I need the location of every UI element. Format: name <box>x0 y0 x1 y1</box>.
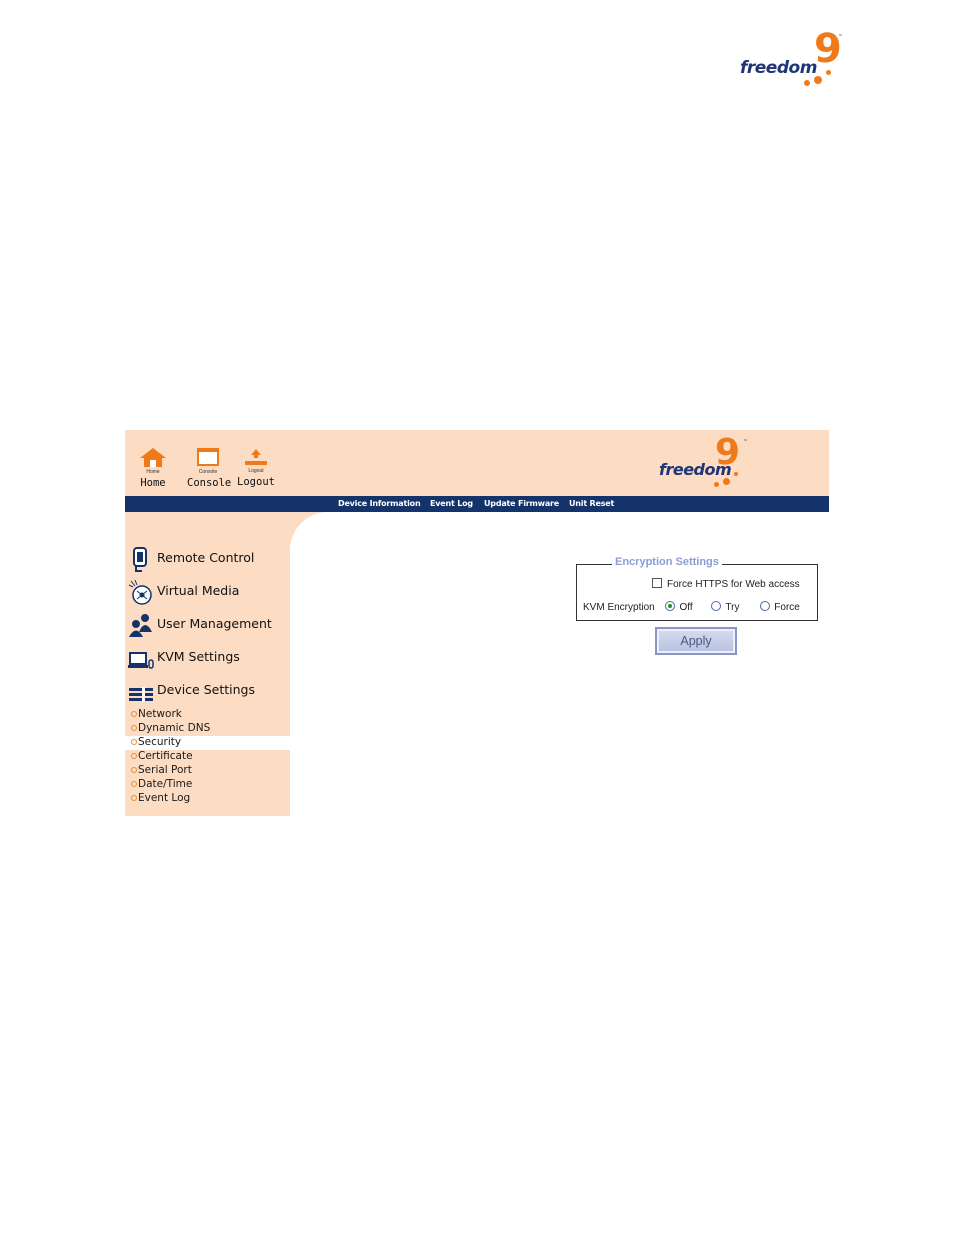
subitem-label: Event Log <box>138 792 191 804</box>
kvm-option-force[interactable]: Force <box>760 601 800 613</box>
force-https-label: Force HTTPS for Web access <box>667 579 800 590</box>
sidebar-label: User Management <box>157 616 272 631</box>
app-logo-dot <box>723 478 730 485</box>
app-header: Home Home Console Console Logout Logout … <box>125 430 829 496</box>
option-label: Force <box>774 602 800 613</box>
subitem-label: Certificate <box>138 750 193 762</box>
radio-force[interactable] <box>760 601 771 611</box>
sidebar-subitem-certificate[interactable]: Certificate <box>131 750 290 764</box>
sidebar-label: Remote Control <box>157 550 255 565</box>
kvm-settings-icon <box>128 652 154 669</box>
apply-button[interactable]: Apply <box>655 627 737 655</box>
nav-event-log[interactable]: Event Log <box>430 499 473 508</box>
sidebar-label: Virtual Media <box>157 583 240 598</box>
nav-update-firmware[interactable]: Update Firmware <box>484 499 559 508</box>
virtual-media-icon <box>128 579 152 605</box>
nav-device-information[interactable]: Device Information <box>338 499 421 508</box>
bullet-icon <box>131 725 137 731</box>
main-content: Encryption Settings Force HTTPS for Web … <box>290 512 829 816</box>
sidebar: Remote Control Virtual Media User Manage… <box>125 512 290 816</box>
sidebar-item-virtual-media[interactable]: Virtual Media <box>128 579 288 609</box>
bullet-icon <box>131 753 137 759</box>
console-tiny-label: Console <box>198 469 218 475</box>
app-logo-dot <box>734 472 738 476</box>
force-https-row: Force HTTPS for Web access <box>652 578 800 590</box>
bullet-icon <box>131 711 137 717</box>
logo-word: freedom <box>740 58 817 78</box>
sidebar-item-remote-control[interactable]: Remote Control <box>128 546 288 576</box>
home-button[interactable]: Home Home <box>137 446 169 489</box>
app-logo-tm: ™ <box>743 439 748 445</box>
subitem-label: Network <box>138 708 182 720</box>
console-icon <box>197 448 219 466</box>
console-button[interactable]: Console Console <box>187 446 232 489</box>
bullet-icon <box>131 795 137 801</box>
logo-nine: 9 <box>814 26 842 72</box>
console-label: Console <box>187 477 232 489</box>
bullet-icon <box>131 767 137 773</box>
home-tiny-label: Home <box>146 469 160 475</box>
logout-icon <box>245 449 267 465</box>
top-navbar: Device Information Event Log Update Firm… <box>125 496 829 512</box>
sidebar-item-kvm-settings[interactable]: KVM Settings <box>128 645 288 675</box>
app-logo: freedom 9 ™ <box>657 432 757 492</box>
option-label: Try <box>725 602 740 613</box>
device-settings-icon <box>129 687 153 702</box>
option-label: Off <box>679 602 693 613</box>
sidebar-subitem-date-time[interactable]: Date/Time <box>131 778 290 792</box>
sidebar-subitem-dynamic-dns[interactable]: Dynamic DNS <box>131 722 290 736</box>
subitem-label: Serial Port <box>138 764 192 776</box>
logo-dot <box>814 76 822 84</box>
sidebar-subitem-serial-port[interactable]: Serial Port <box>131 764 290 778</box>
user-management-icon <box>129 614 152 637</box>
app-logo-dot <box>714 482 719 487</box>
kvm-option-try[interactable]: Try <box>711 601 740 613</box>
kvm-encryption-label: KVM Encryption <box>583 602 655 613</box>
sidebar-item-user-management[interactable]: User Management <box>128 612 288 642</box>
subitem-label: Date/Time <box>138 778 193 790</box>
bullet-icon <box>131 781 137 787</box>
sidebar-label: Device Settings <box>157 682 255 697</box>
remote-control-icon <box>133 547 147 572</box>
logo-tm: ™ <box>838 34 843 40</box>
app-logo-nine: 9 <box>715 432 741 473</box>
sidebar-item-device-settings[interactable]: Device Settings <box>128 678 288 708</box>
subitem-label: Security <box>138 736 182 748</box>
home-label: Home <box>140 477 166 489</box>
kvm-encryption-row: KVM Encryption Off Try Force <box>583 601 800 613</box>
sidebar-subitem-event-log[interactable]: Event Log <box>131 792 290 806</box>
logo-dot <box>804 80 810 86</box>
sidebar-label: KVM Settings <box>157 649 240 664</box>
page-logo: freedom 9 ™ <box>738 26 848 92</box>
subitem-label: Dynamic DNS <box>138 722 211 734</box>
app-window: Home Home Console Console Logout Logout … <box>125 430 829 816</box>
bullet-icon <box>131 739 137 745</box>
logout-label: Logout <box>237 476 275 488</box>
force-https-checkbox[interactable] <box>652 578 662 588</box>
logout-button[interactable]: Logout Logout <box>237 446 275 488</box>
sidebar-subitem-security[interactable]: Security <box>131 736 290 750</box>
logout-tiny-label: Logout <box>248 468 264 474</box>
nav-unit-reset[interactable]: Unit Reset <box>569 499 614 508</box>
content-corner <box>290 512 330 552</box>
radio-try[interactable] <box>711 601 722 611</box>
logo-dot <box>826 70 831 75</box>
kvm-option-off[interactable]: Off <box>665 601 693 613</box>
radio-off[interactable] <box>665 601 676 611</box>
encryption-settings-legend: Encryption Settings <box>612 556 722 568</box>
sidebar-subitem-network[interactable]: Network <box>131 708 290 722</box>
home-icon <box>140 448 166 467</box>
